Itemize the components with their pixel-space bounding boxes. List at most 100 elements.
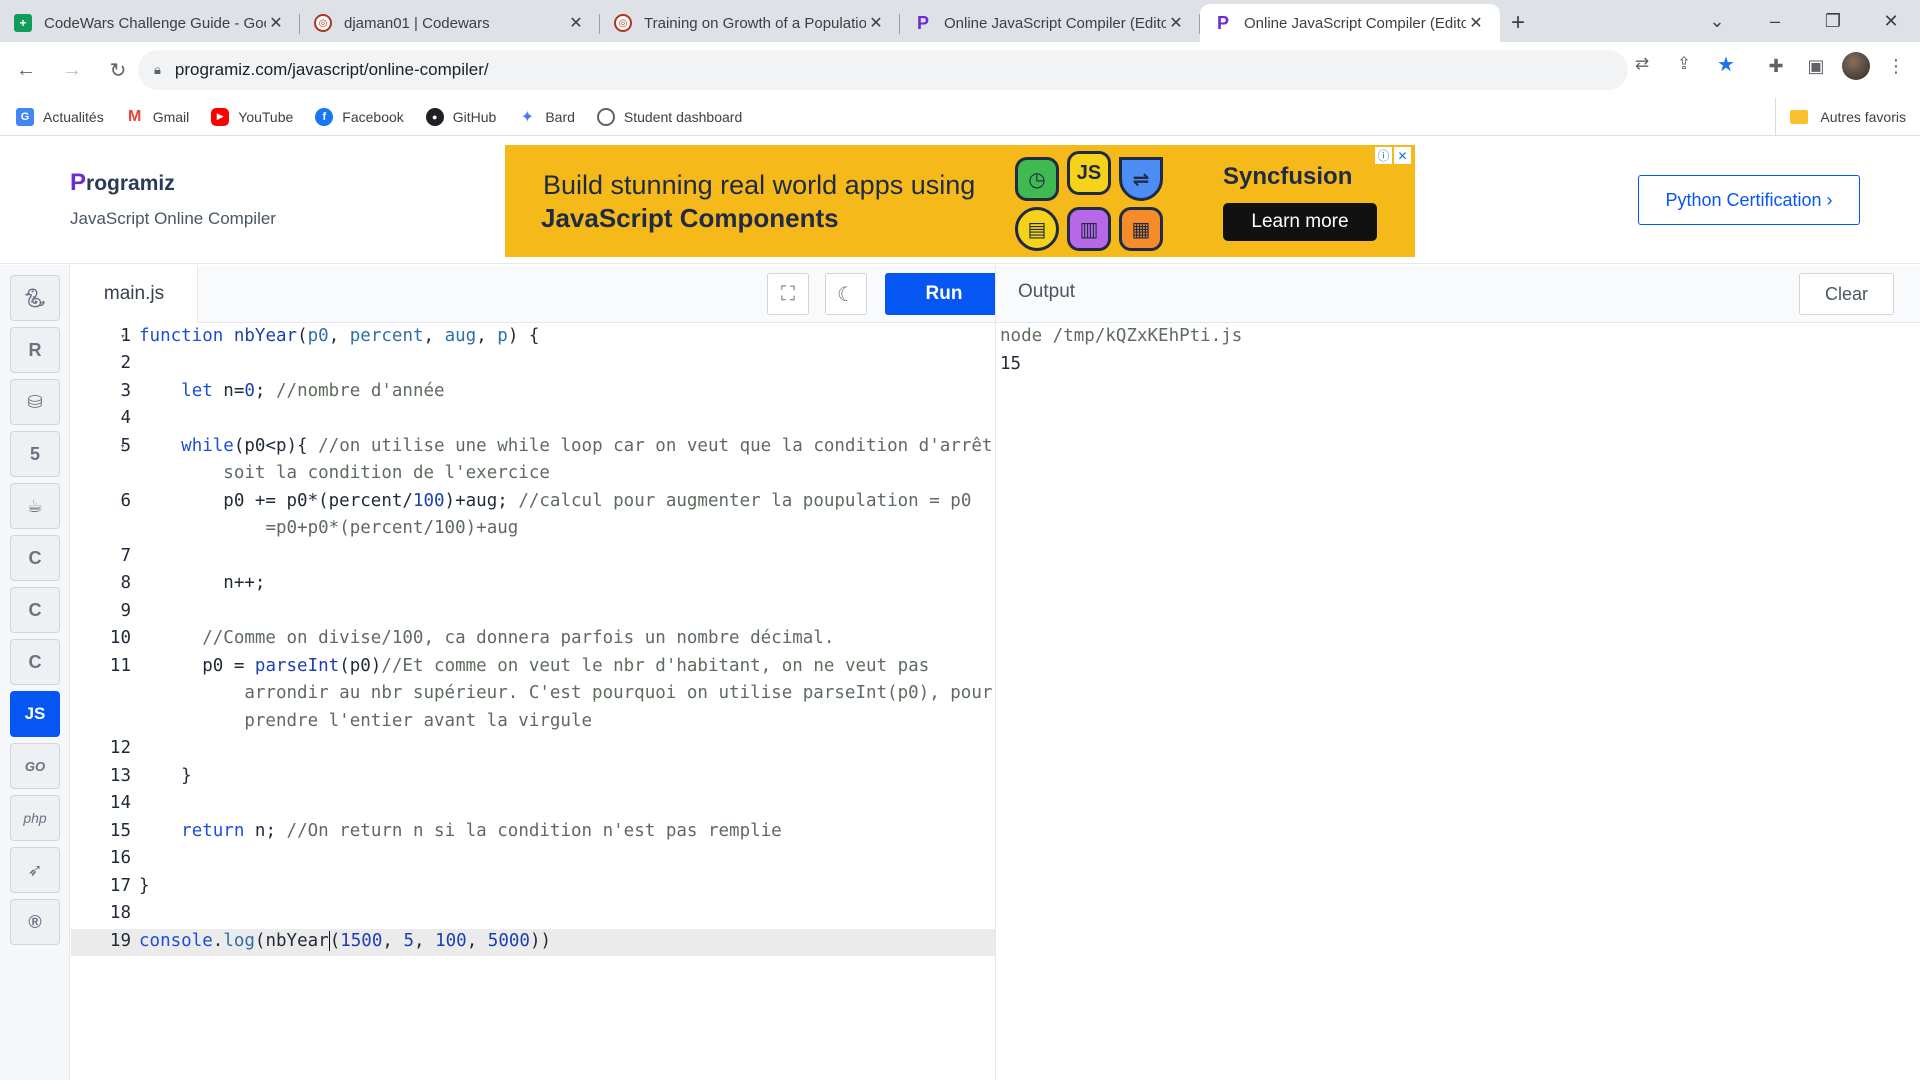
line-number: 13 xyxy=(109,766,131,786)
codewars-icon: ◎ xyxy=(314,14,332,32)
close-icon[interactable]: ✕ xyxy=(266,13,286,33)
codewars-icon: ◎ xyxy=(614,14,632,32)
extensions-icon[interactable]: ✚ xyxy=(1762,52,1790,80)
url-text: programiz.com/javascript/online-compiler… xyxy=(174,60,489,79)
line-number: 12 xyxy=(109,738,131,758)
close-window-icon[interactable]: ✕ xyxy=(1862,0,1920,42)
editor-toolbar: main.js ⛶ ☾ Run xyxy=(71,265,1003,323)
address-bar[interactable]: 🔒︎ programiz.com/javascript/online-compi… xyxy=(138,50,1628,90)
menu-icon[interactable]: ⋮ xyxy=(1882,52,1910,80)
tab-search-icon[interactable]: ⌄ xyxy=(1688,0,1746,42)
tab-title: djaman01 | Codewars xyxy=(344,14,490,32)
code-line: //Comme on divise/100, ca donnera parfoi… xyxy=(202,628,835,648)
tab-title: Training on Growth of a Populatio xyxy=(644,14,866,32)
avatar[interactable] xyxy=(1842,52,1870,80)
clock-icon: ◷ xyxy=(1015,157,1059,201)
omnibox-actions: ⇄ ⇪ ★ xyxy=(1628,50,1740,78)
browser-tab[interactable]: P Online JavaScript Compiler (Edito ✕ xyxy=(900,4,1200,42)
other-bookmarks[interactable]: Autres favoris xyxy=(1775,98,1906,136)
fold-icon[interactable]: ▾ xyxy=(120,442,125,452)
ad-info-icon[interactable]: ⓘ xyxy=(1375,147,1392,164)
java-icon[interactable]: ☕︎ xyxy=(10,483,60,529)
line-number: 16 xyxy=(109,848,131,868)
sql-icon[interactable]: ⛁ xyxy=(10,379,60,425)
code-line: } xyxy=(139,876,150,896)
bookmark-star-icon[interactable]: ★ xyxy=(1712,50,1740,78)
site-header: Programiz JavaScript Online Compiler Bui… xyxy=(0,137,1920,264)
logo-text: rogramiz xyxy=(86,172,175,195)
browser-tab-active[interactable]: P Online JavaScript Compiler (Edito ✕ xyxy=(1200,4,1500,42)
bookmark-bard[interactable]: ✦ Bard xyxy=(518,108,575,126)
bookmark-gmail[interactable]: M Gmail xyxy=(126,108,189,126)
c-icon[interactable]: C xyxy=(10,535,60,581)
code-line: p0 += p0*(percent/100)+aug; //calcul pou… xyxy=(139,491,972,511)
r-icon[interactable]: R xyxy=(10,327,60,373)
code-line: prendre l'entier avant la virgule xyxy=(244,711,593,731)
fold-icon[interactable]: ▾ xyxy=(120,332,125,342)
close-icon[interactable]: ✕ xyxy=(1166,13,1186,33)
bookmark-label: GitHub xyxy=(452,108,497,125)
line-number: 7 xyxy=(120,546,131,566)
csharp-icon[interactable]: C xyxy=(10,639,60,685)
close-icon[interactable]: ✕ xyxy=(866,13,886,33)
browser-tab[interactable]: ◎ djaman01 | Codewars ✕ xyxy=(300,4,600,42)
clear-button[interactable]: Clear xyxy=(1799,273,1894,315)
output-line: 15 xyxy=(1000,354,1022,374)
ad-brand: Syncfusion xyxy=(1223,163,1353,190)
new-tab-icon[interactable]: + xyxy=(1500,4,1536,42)
translate-icon[interactable]: ⇄ xyxy=(1628,50,1656,78)
window-controls: ⌄ – ❐ ✕ xyxy=(1688,0,1920,42)
line-number: 2 xyxy=(120,353,131,373)
ad-learn-more-button[interactable]: Learn more xyxy=(1223,203,1377,241)
folder-icon xyxy=(1790,110,1809,124)
line-number: 6 xyxy=(120,491,131,511)
javascript-icon[interactable]: JS xyxy=(10,691,60,737)
code-line: =p0+p0*(percent/100)+aug xyxy=(265,518,519,538)
code-line: arrondir au nbr supérieur. C'est pourquo… xyxy=(244,683,993,703)
lock-icon[interactable]: 🔒︎ xyxy=(154,62,161,78)
bookmark-youtube[interactable]: ▶ YouTube xyxy=(211,107,294,126)
file-tab[interactable]: main.js xyxy=(71,265,198,323)
python-icon[interactable]: 🐍︎ xyxy=(10,275,60,321)
python-certification-button[interactable]: Python Certification › xyxy=(1638,175,1860,225)
bookmark-actualites[interactable]: G Actualités xyxy=(16,107,104,126)
side-panel-icon[interactable]: ▣ xyxy=(1802,52,1830,80)
run-button[interactable]: Run xyxy=(885,273,1003,315)
ad-subheadline: JavaScript Components xyxy=(541,203,839,233)
reload-icon[interactable]: ↻ xyxy=(98,50,138,90)
browser-tab[interactable]: ◎ Training on Growth of a Populatio ✕ xyxy=(600,4,900,42)
html-icon[interactable]: 5 xyxy=(10,431,60,477)
bookmark-facebook[interactable]: f Facebook xyxy=(315,107,404,126)
ad-banner[interactable]: Build stunning real world apps using Jav… xyxy=(505,145,1415,257)
swift-icon[interactable]: ➶ xyxy=(10,847,60,893)
code-line: while(p0<p){ //on utilise une while loop… xyxy=(181,436,993,456)
php-icon[interactable]: php xyxy=(10,795,60,841)
language-sidebar: 🐍︎ R ⛁ 5 ☕︎ C C C JS GO php ➶ ® xyxy=(0,265,70,1080)
back-icon[interactable]: ← xyxy=(6,50,46,90)
fullscreen-icon[interactable]: ⛶ xyxy=(767,273,809,315)
go-icon[interactable]: GO xyxy=(10,743,60,789)
tab-title: CodeWars Challenge Guide - Goo xyxy=(44,14,266,32)
sheets-icon: + xyxy=(14,14,32,32)
minimize-icon[interactable]: – xyxy=(1746,0,1804,42)
filter-icon: ⇌ xyxy=(1119,157,1163,201)
close-icon[interactable]: ✕ xyxy=(1466,13,1486,33)
forward-icon[interactable]: → xyxy=(52,50,92,90)
close-icon[interactable]: ✕ xyxy=(566,13,586,33)
restore-icon[interactable]: ❐ xyxy=(1804,0,1862,42)
dark-mode-icon[interactable]: ☾ xyxy=(825,273,867,315)
code-editor[interactable]: 1 ▾ function nbYear(p0, percent, aug, p) … xyxy=(71,323,995,1080)
cpp-icon[interactable]: C xyxy=(10,587,60,633)
code-line: soit la condition de l'exercice xyxy=(223,463,550,483)
bookmark-student-dashboard[interactable]: Student dashboard xyxy=(596,107,742,126)
bookmark-github[interactable]: ● GitHub xyxy=(425,107,497,126)
ad-close-icon[interactable]: ✕ xyxy=(1394,147,1411,164)
output-line: node /tmp/kQZxKEhPti.js xyxy=(1000,326,1243,346)
rust-icon[interactable]: ® xyxy=(10,899,60,945)
bookmarks-bar: G Actualités M Gmail ▶ YouTube f Facebook ● G… xyxy=(0,98,1920,136)
bookmark-label: YouTube xyxy=(238,108,294,125)
share-icon[interactable]: ⇪ xyxy=(1670,50,1698,78)
browser-tab[interactable]: + CodeWars Challenge Guide - Goo ✕ xyxy=(0,4,300,42)
programiz-logo[interactable]: Programiz xyxy=(70,169,175,197)
facebook-icon: f xyxy=(315,107,334,126)
